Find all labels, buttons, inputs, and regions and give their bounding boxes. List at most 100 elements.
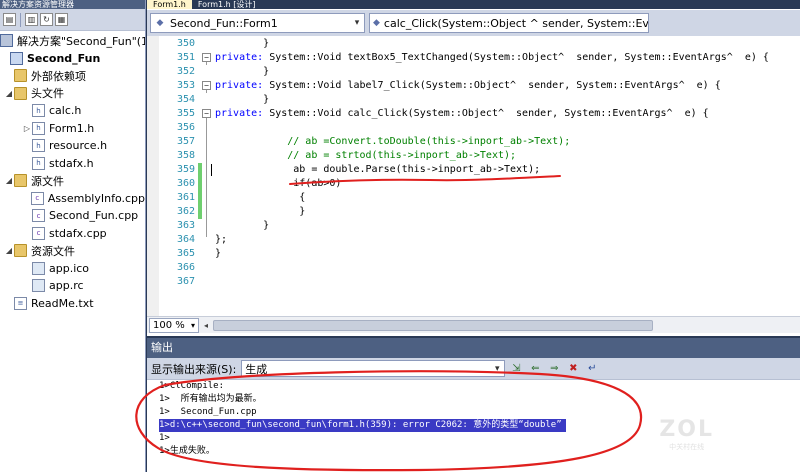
code-text: } <box>215 94 270 105</box>
zoom-combo[interactable]: 100 % ▾ <box>149 317 199 333</box>
expander-icon[interactable]: ▷ <box>22 124 32 133</box>
word-wrap-icon[interactable]: ↵ <box>584 361 600 377</box>
solution-tree-item[interactable]: app.ico <box>0 260 145 278</box>
code-line[interactable]: 364}; <box>147 233 800 247</box>
code-line[interactable]: 357 // ab =Convert.toDouble(this->inport… <box>147 135 800 149</box>
output-line[interactable]: 1> Second_Fun.cpp <box>159 407 257 417</box>
code-line[interactable]: 352 } <box>147 65 800 79</box>
line-number: 353 <box>176 80 195 91</box>
solution-tree-item[interactable]: h calc.h <box>0 102 145 120</box>
code-line[interactable]: 350 } <box>147 37 800 51</box>
code-line[interactable]: 360 if(ab>0) <box>147 177 800 191</box>
line-number: 357 <box>176 136 195 147</box>
solution-tree: 解决方案"Second_Fun"(1 个项 Second_Fun 外部依赖项 ◢ 头文件… <box>0 32 145 312</box>
solution-tree-item[interactable]: 解决方案"Second_Fun"(1 个项 <box>0 32 145 50</box>
line-number: 355 <box>176 108 195 119</box>
output-line[interactable]: 1>ClCompile: <box>159 381 224 391</box>
code-line[interactable]: 353− private: System::Void label7_Click(S… <box>147 79 800 93</box>
chevron-down-icon[interactable]: ▾ <box>350 14 364 32</box>
code-line[interactable]: 366 <box>147 261 800 275</box>
solution-tree-item[interactable]: h resource.h <box>0 137 145 155</box>
solution-tree-item-label: Second_Fun.cpp <box>49 209 139 223</box>
output-line[interactable]: 1>生成失败。 <box>159 446 215 456</box>
member-combo-value: calc_Click(System::Object ^ sender, Syst… <box>383 16 649 30</box>
code-line[interactable]: 362 } <box>147 205 800 219</box>
scrollbar-thumb[interactable] <box>213 319 653 331</box>
code-text: } <box>215 66 270 77</box>
code-token: System::Void calc_Click(System::Object^ … <box>263 108 709 119</box>
solution-tree-item-label: AssemblyInfo.cpp <box>47 191 145 205</box>
code-text: private: System::Void label7_Click(Syste… <box>215 79 721 93</box>
solution-icon <box>0 34 13 48</box>
solution-tree-item[interactable]: c Second_Fun.cpp <box>0 207 145 225</box>
chevron-down-icon[interactable]: ▾ <box>490 361 504 376</box>
code-text: } <box>215 248 222 259</box>
view-code-icon[interactable]: ▦ <box>55 13 68 26</box>
code-line[interactable]: 354 } <box>147 93 800 107</box>
code-line[interactable]: 358 // ab = strtod(this->inport_ab->Text… <box>147 149 800 163</box>
text-file-icon: ≡ <box>14 296 27 310</box>
resource-file-icon <box>32 279 45 293</box>
collapse-icon[interactable]: − <box>202 109 211 118</box>
solution-tree-item[interactable]: ◢ 头文件 <box>0 85 145 103</box>
output-error-line[interactable]: 1>d:\c++\second_fun\second_fun\form1.h(3… <box>159 419 566 432</box>
output-source-combo[interactable]: 生成 ▾ <box>241 360 506 377</box>
solution-tree-item[interactable]: h stdafx.h <box>0 155 145 173</box>
code-line[interactable]: 351− private: System::Void textBox5_TextC… <box>147 51 800 65</box>
code-line[interactable]: 356 <box>147 121 800 135</box>
collapse-icon[interactable]: − <box>202 81 211 90</box>
solution-tree-item[interactable]: 外部依赖项 <box>0 67 145 85</box>
go-to-next-icon[interactable]: ⇒ <box>546 361 562 377</box>
clear-all-icon[interactable]: ✖ <box>565 361 581 377</box>
chevron-down-icon[interactable]: ▾ <box>188 319 198 332</box>
code-line[interactable]: 359 ab = double.Parse(this->inport_ab->T… <box>147 163 800 177</box>
solution-tree-item-label: app.ico <box>49 261 90 275</box>
watermark-logo: ZOL <box>659 417 714 442</box>
code-editor: Form1.h Form1.h [设计] ◆ Second_Fun::Form1… <box>147 0 800 336</box>
solution-tree-item[interactable]: app.rc <box>0 277 145 295</box>
tab-form1-h-design[interactable]: Form1.h [设计] <box>192 0 262 9</box>
solution-tree-item[interactable]: ◢ 资源文件 <box>0 242 145 260</box>
zol-watermark: ZOL 中关村在线 <box>659 417 714 452</box>
code-token: System::Void textBox5_TextChanged(System… <box>263 52 769 63</box>
code-line[interactable]: 361 { <box>147 191 800 205</box>
class-combo[interactable]: ◆ Second_Fun::Form1 ▾ <box>150 13 365 33</box>
line-number: 363 <box>176 220 195 231</box>
code-line[interactable]: 365} <box>147 247 800 261</box>
tab-form1-h[interactable]: Form1.h <box>147 0 192 9</box>
expander-icon[interactable]: ◢ <box>4 246 14 255</box>
expander-icon[interactable]: ◢ <box>4 89 14 98</box>
find-message-icon[interactable]: ⇲ <box>508 361 524 377</box>
code-text: { <box>215 192 306 203</box>
scroll-left-icon[interactable]: ◂ <box>199 318 213 333</box>
code-text: } <box>215 38 270 49</box>
navigation-bar: ◆ Second_Fun::Form1 ▾ ◆ calc_Click(Syste… <box>147 10 800 36</box>
collapse-icon[interactable]: − <box>202 53 211 62</box>
header-file-icon: h <box>32 121 45 135</box>
solution-tree-item[interactable]: ◢ 源文件 <box>0 172 145 190</box>
code-area[interactable]: 350 } 351− private: System::Void textBox5_… <box>147 36 800 316</box>
solution-tree-item[interactable]: Second_Fun <box>0 50 145 68</box>
code-text: // ab = strtod(this->inport_ab->Text); <box>215 150 517 161</box>
output-line[interactable]: 1> 所有输出均为最新。 <box>159 394 262 404</box>
solution-tree-item[interactable]: c AssemblyInfo.cpp <box>0 190 145 208</box>
show-all-files-icon[interactable]: ▥ <box>25 13 38 26</box>
code-line[interactable]: 367 <box>147 275 800 289</box>
code-line[interactable]: 355− private: System::Void calc_Click(Sys… <box>147 107 800 121</box>
horizontal-scrollbar[interactable]: 100 % ▾ ◂ <box>147 316 800 333</box>
properties-icon[interactable]: ▤ <box>3 13 16 26</box>
expander-icon[interactable]: ◢ <box>4 176 14 185</box>
watermark-subtitle: 中关村在线 <box>669 443 705 451</box>
solution-tree-item[interactable]: ▷ h Form1.h <box>0 120 145 138</box>
class-combo-value: Second_Fun::Form1 <box>170 16 278 30</box>
solution-tree-item-label: Form1.h <box>49 121 95 135</box>
member-combo[interactable]: ◆ calc_Click(System::Object ^ sender, Sy… <box>369 13 649 33</box>
solution-tree-item[interactable]: ≡ ReadMe.txt <box>0 295 145 313</box>
refresh-icon[interactable]: ↻ <box>40 13 53 26</box>
go-to-previous-icon[interactable]: ⇐ <box>527 361 543 377</box>
output-line[interactable]: 1> <box>159 433 170 443</box>
code-text: // ab =Convert.toDouble(this->inport_ab-… <box>215 136 571 147</box>
code-line[interactable]: 363 } <box>147 219 800 233</box>
solution-tree-item[interactable]: c stdafx.cpp <box>0 225 145 243</box>
line-number: 367 <box>176 276 195 287</box>
